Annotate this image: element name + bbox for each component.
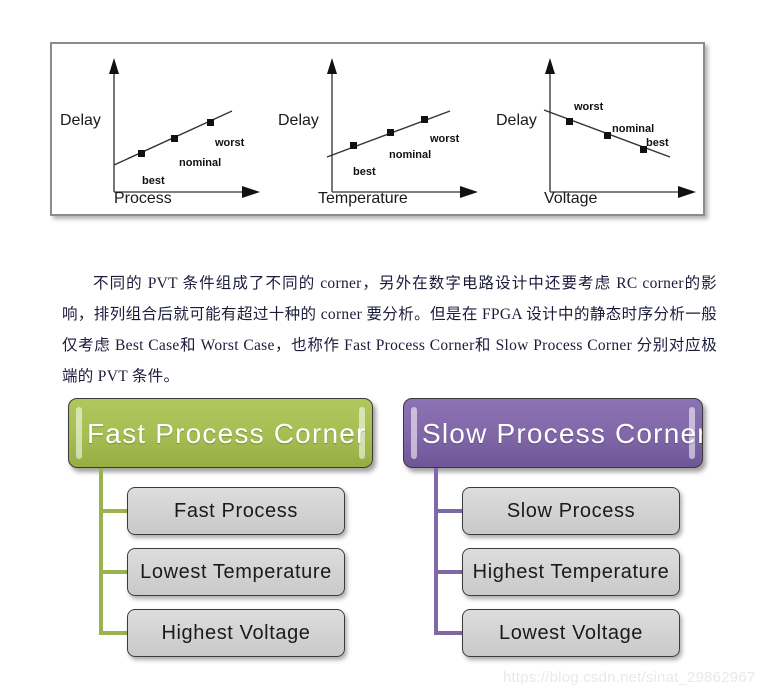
fast-leaf-process[interactable]: Fast Process	[127, 487, 345, 535]
chart-temperature-point-best: best	[353, 166, 376, 178]
fast-tree-connector	[99, 468, 103, 632]
chart-voltage-point-worst: worst	[574, 101, 604, 113]
chart-temperature-point-nominal: nominal	[389, 149, 432, 161]
chart-process-ylabel: Delay	[60, 112, 101, 129]
header-highlight-left	[411, 407, 417, 459]
slow-leaf-process[interactable]: Slow Process	[462, 487, 680, 535]
fast-tree-branch-2	[99, 570, 129, 574]
chart-voltage-point-nominal: nominal	[612, 123, 655, 135]
fast-tree-branch-3	[99, 631, 129, 635]
pvt-figure-panel: Delay Process best nominal worst Delay T…	[50, 42, 705, 216]
chart-voltage-point-best: best	[646, 137, 669, 149]
slow-process-corner-header[interactable]: Slow Process Corner	[403, 398, 703, 468]
chart-temperature: Delay Temperature best nominal worst	[270, 44, 488, 218]
chart-temperature-point-worst: worst	[430, 133, 460, 145]
chart-voltage-ylabel: Delay	[496, 112, 537, 129]
body-paragraph: 不同的 PVT 条件组成了不同的 corner，另外在数字电路设计中还要考虑 R…	[62, 274, 717, 385]
fast-leaf-temperature[interactable]: Lowest Temperature	[127, 548, 345, 596]
fast-process-corner-title: Fast Process Corner	[87, 418, 367, 449]
chart-process-point-best: best	[142, 175, 165, 187]
chart-voltage: Delay Voltage worst nominal best	[488, 44, 706, 218]
chart-temperature-ylabel: Delay	[278, 112, 319, 129]
chart-temperature-xlabel: Temperature	[318, 190, 408, 207]
fast-process-corner-header[interactable]: Fast Process Corner	[68, 398, 373, 468]
fast-leaf-voltage[interactable]: Highest Voltage	[127, 609, 345, 657]
slow-leaf-voltage[interactable]: Lowest Voltage	[462, 609, 680, 657]
slow-leaf-temperature[interactable]: Highest Temperature	[462, 548, 680, 596]
chart-process-point-nominal: nominal	[179, 157, 222, 169]
slow-tree-branch-2	[434, 570, 464, 574]
header-highlight-left	[76, 407, 82, 459]
slow-tree-connector	[434, 468, 438, 632]
slow-tree-branch-3	[434, 631, 464, 635]
chart-process-xlabel: Process	[114, 190, 172, 207]
slow-tree-branch-1	[434, 509, 464, 513]
chart-voltage-xlabel: Voltage	[544, 190, 598, 207]
chart-process: Delay Process best nominal worst	[52, 44, 270, 218]
slow-process-corner-title: Slow Process Corner	[422, 418, 703, 449]
csdn-watermark: https://blog.csdn.net/sinat_29862967	[503, 669, 756, 686]
fast-tree-branch-1	[99, 509, 129, 513]
chart-process-point-worst: worst	[215, 137, 245, 149]
